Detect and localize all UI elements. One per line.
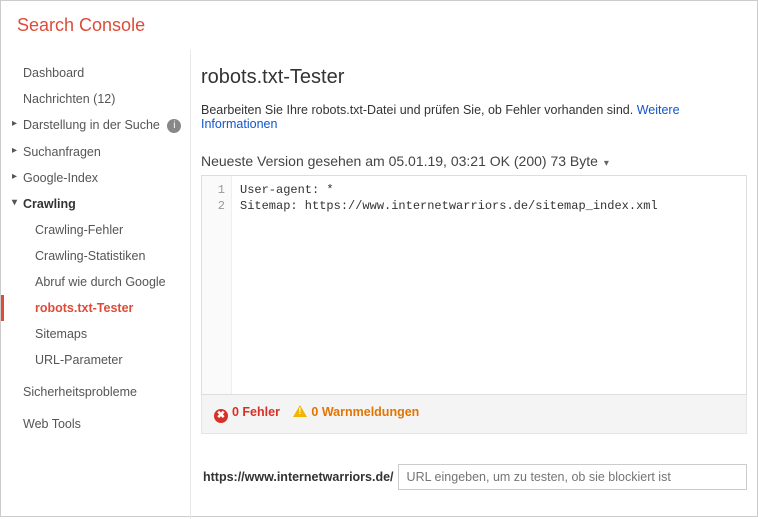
editor-gutter: 12 — [202, 176, 232, 394]
sidebar-item-crawling-errors[interactable]: Crawling-Fehler — [1, 217, 190, 243]
app-header: Search Console — [1, 1, 757, 50]
error-count: ✖0 Fehler — [214, 405, 283, 419]
editor-code[interactable]: User-agent: * Sitemap: https://www.inter… — [232, 176, 746, 394]
app-logo[interactable]: Search Console — [17, 15, 145, 35]
sidebar-item-google-index[interactable]: Google-Index — [1, 165, 190, 191]
sidebar-item-robots-txt-tester[interactable]: robots.txt-Tester — [1, 295, 190, 321]
status-bar: ✖0 Fehler 0 Warnmeldungen — [201, 395, 747, 434]
sidebar-item-url-parameter[interactable]: URL-Parameter — [1, 347, 190, 373]
intro-body: Bearbeiten Sie Ihre robots.txt-Datei und… — [201, 103, 637, 117]
url-tester: https://www.internetwarriors.de/ — [201, 464, 747, 490]
sidebar-item-appearance[interactable]: Darstellung in der Suche i — [1, 112, 190, 139]
sidebar-item-web-tools[interactable]: Web Tools — [1, 411, 190, 437]
sidebar-crawling-children: Crawling-Fehler Crawling-Statistiken Abr… — [1, 217, 190, 373]
version-dropdown[interactable]: Neueste Version gesehen am 05.01.19, 03:… — [201, 151, 747, 171]
info-icon: i — [167, 119, 181, 133]
sidebar-item-security[interactable]: Sicherheitsprobleme — [1, 379, 190, 405]
code-line-1: User-agent: * — [240, 183, 334, 197]
sidebar-item-sitemaps[interactable]: Sitemaps — [1, 321, 190, 347]
url-test-input[interactable] — [398, 464, 747, 490]
app-container: Dashboard Nachrichten (12) Darstellung i… — [1, 50, 757, 519]
sidebar: Dashboard Nachrichten (12) Darstellung i… — [1, 50, 191, 519]
sidebar-item-messages[interactable]: Nachrichten (12) — [1, 86, 190, 112]
sidebar-item-crawling[interactable]: Crawling — [1, 191, 190, 217]
warning-label: 0 Warnmeldungen — [311, 405, 419, 419]
error-icon: ✖ — [214, 409, 228, 423]
chevron-down-icon: ▾ — [604, 158, 609, 169]
sidebar-item-crawling-fetch[interactable]: Abruf wie durch Google — [1, 269, 190, 295]
intro-text: Bearbeiten Sie Ihre robots.txt-Datei und… — [201, 103, 747, 131]
warning-count: 0 Warnmeldungen — [293, 405, 419, 419]
sidebar-item-search-queries[interactable]: Suchanfragen — [1, 139, 190, 165]
error-label: 0 Fehler — [232, 405, 280, 419]
sidebar-item-crawling-stats[interactable]: Crawling-Statistiken — [1, 243, 190, 269]
code-line-2: Sitemap: https://www.internetwarriors.de… — [240, 199, 658, 213]
warning-icon — [293, 405, 307, 417]
sidebar-item-dashboard[interactable]: Dashboard — [1, 60, 190, 86]
main-content: robots.txt-Tester Bearbeiten Sie Ihre ro… — [191, 50, 757, 519]
sidebar-item-label: Darstellung in der Suche — [23, 118, 160, 132]
robots-editor[interactable]: 12 User-agent: * Sitemap: https://www.in… — [201, 175, 747, 395]
page-title: robots.txt-Tester — [201, 66, 747, 89]
version-label: Neueste Version gesehen am 05.01.19, 03:… — [201, 153, 598, 169]
url-prefix: https://www.internetwarriors.de/ — [201, 464, 398, 490]
